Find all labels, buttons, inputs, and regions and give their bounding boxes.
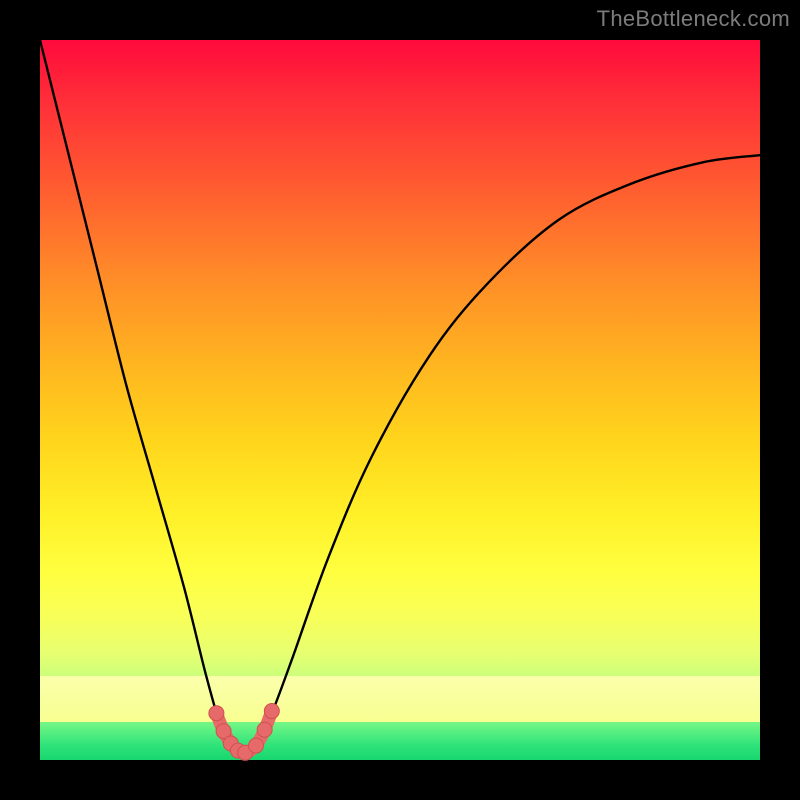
highlight-marker-dot	[257, 722, 272, 737]
highlight-marker-dots	[209, 704, 279, 761]
highlight-marker-dot	[209, 706, 224, 721]
highlight-marker-dot	[249, 738, 264, 753]
watermark-text: TheBottleneck.com	[597, 6, 790, 32]
bottleneck-curve-path	[40, 40, 760, 755]
curve-svg	[40, 40, 760, 760]
chart-container: TheBottleneck.com	[0, 0, 800, 800]
plot-area	[40, 40, 760, 760]
highlight-marker-dot	[264, 704, 279, 719]
